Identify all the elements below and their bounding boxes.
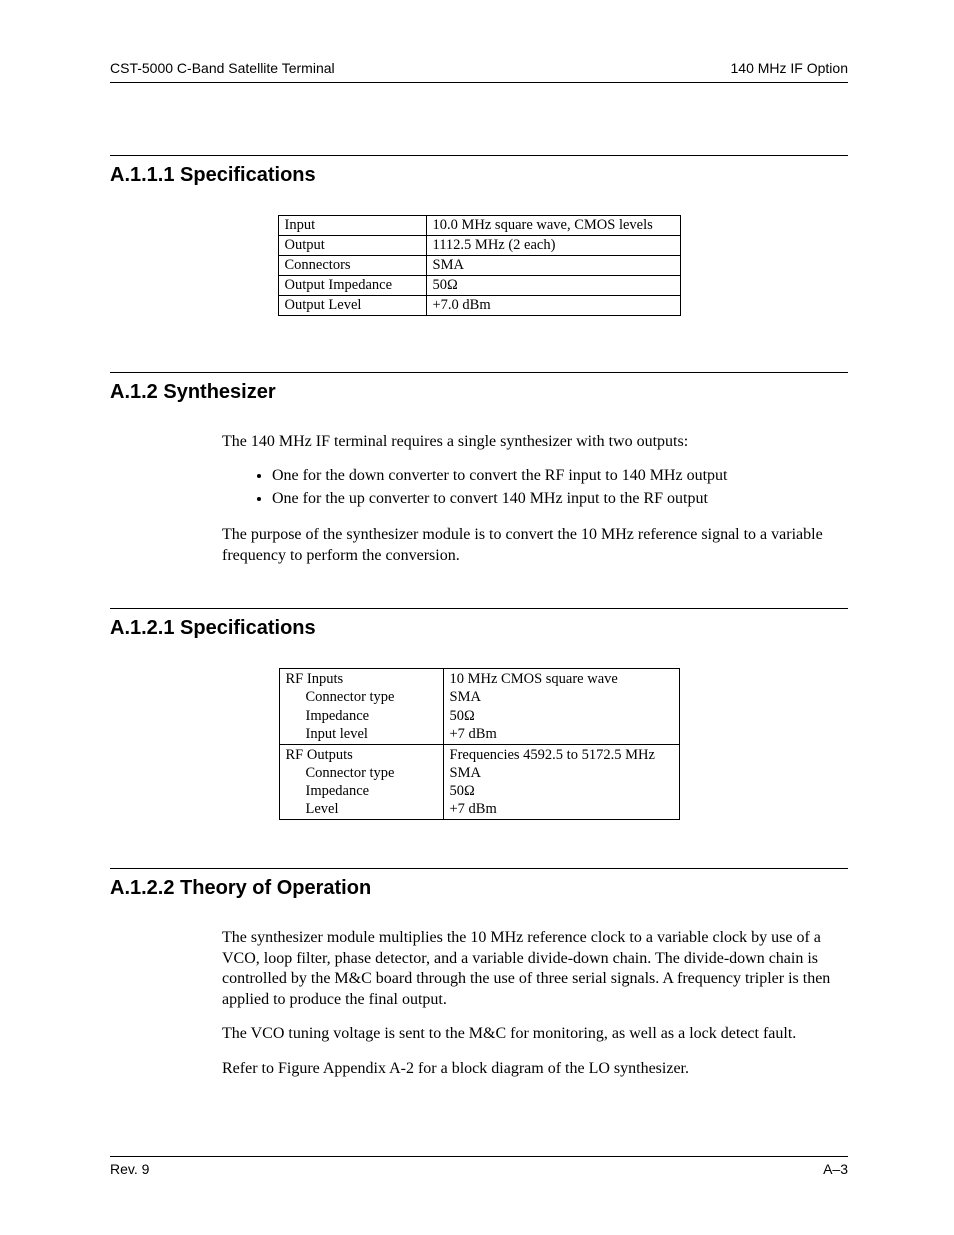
header-right: 140 MHz IF Option [731, 60, 849, 76]
body-a122: The synthesizer module multiplies the 10… [222, 928, 848, 1079]
cell-value: 50Ω [426, 276, 680, 296]
sub-label: Impedance [286, 707, 435, 725]
heading-a12: A.1.2 Synthesizer [110, 381, 848, 404]
cell-value: +7.0 dBm [426, 296, 680, 316]
sub-value: 50Ω [450, 782, 671, 800]
cell-value: 10 MHz CMOS square wave SMA 50Ω +7 dBm [443, 669, 679, 745]
paragraph: The synthesizer module multiplies the 10… [222, 928, 848, 1010]
section-rule [110, 155, 848, 156]
cell-value: Frequencies 4592.5 to 5172.5 MHz SMA 50Ω… [443, 744, 679, 820]
footer-right: A–3 [823, 1161, 848, 1177]
paragraph: The purpose of the synthesizer module is… [222, 525, 848, 566]
group-title: RF Inputs [286, 671, 344, 687]
cell-label: Output Impedance [278, 276, 426, 296]
sub-label: Level [286, 800, 435, 818]
section-rule [110, 608, 848, 609]
sub-label: Impedance [286, 782, 435, 800]
table-row: Output Level +7.0 dBm [278, 296, 680, 316]
cell-label: RF Inputs Connector type Impedance Input… [279, 669, 443, 745]
heading-a122: A.1.2.2 Theory of Operation [110, 877, 848, 900]
footer-left: Rev. 9 [110, 1161, 149, 1177]
cell-value: 10.0 MHz square wave, CMOS levels [426, 216, 680, 236]
cell-label: Connectors [278, 256, 426, 276]
sub-label: Input level [286, 725, 435, 743]
bullet-list: One for the down converter to convert th… [272, 466, 848, 509]
list-item: One for the up converter to convert 140 … [272, 489, 848, 509]
table-row: Output 1112.5 MHz (2 each) [278, 236, 680, 256]
section-rule [110, 868, 848, 869]
sub-value: 50Ω [450, 707, 671, 725]
group-value: 10 MHz CMOS square wave [450, 671, 618, 687]
sub-label: Connector type [286, 764, 435, 782]
paragraph: Refer to Figure Appendix A-2 for a block… [222, 1059, 848, 1079]
group-value: Frequencies 4592.5 to 5172.5 MHz [450, 747, 655, 763]
table-row: Input 10.0 MHz square wave, CMOS levels [278, 216, 680, 236]
sub-label: Connector type [286, 688, 435, 706]
heading-a121: A.1.2.1 Specifications [110, 617, 848, 640]
sub-value: SMA [450, 764, 671, 782]
cell-label: RF Outputs Connector type Impedance Leve… [279, 744, 443, 820]
cell-value: 1112.5 MHz (2 each) [426, 236, 680, 256]
table-row: RF Outputs Connector type Impedance Leve… [279, 744, 679, 820]
cell-label: Output [278, 236, 426, 256]
body-a12: The 140 MHz IF terminal requires a singl… [222, 432, 848, 566]
sub-value: +7 dBm [450, 725, 671, 743]
header-left: CST-5000 C-Band Satellite Terminal [110, 60, 335, 76]
paragraph: The 140 MHz IF terminal requires a singl… [222, 432, 848, 452]
cell-value: SMA [426, 256, 680, 276]
group-title: RF Outputs [286, 747, 353, 763]
cell-label: Output Level [278, 296, 426, 316]
sub-value: SMA [450, 688, 671, 706]
spec-table-a111: Input 10.0 MHz square wave, CMOS levels … [278, 215, 681, 316]
header-rule [110, 82, 848, 83]
table-row: RF Inputs Connector type Impedance Input… [279, 669, 679, 745]
page-header: CST-5000 C-Band Satellite Terminal 140 M… [110, 60, 848, 76]
page-footer: Rev. 9 A–3 [110, 1156, 848, 1177]
footer-rule [110, 1156, 848, 1157]
paragraph: The VCO tuning voltage is sent to the M&… [222, 1024, 848, 1044]
cell-label: Input [278, 216, 426, 236]
list-item: One for the down converter to convert th… [272, 466, 848, 486]
heading-a111: A.1.1.1 Specifications [110, 164, 848, 187]
spec-table-a121: RF Inputs Connector type Impedance Input… [279, 668, 680, 820]
sub-value: +7 dBm [450, 800, 671, 818]
section-rule [110, 372, 848, 373]
table-row: Output Impedance 50Ω [278, 276, 680, 296]
table-row: Connectors SMA [278, 256, 680, 276]
